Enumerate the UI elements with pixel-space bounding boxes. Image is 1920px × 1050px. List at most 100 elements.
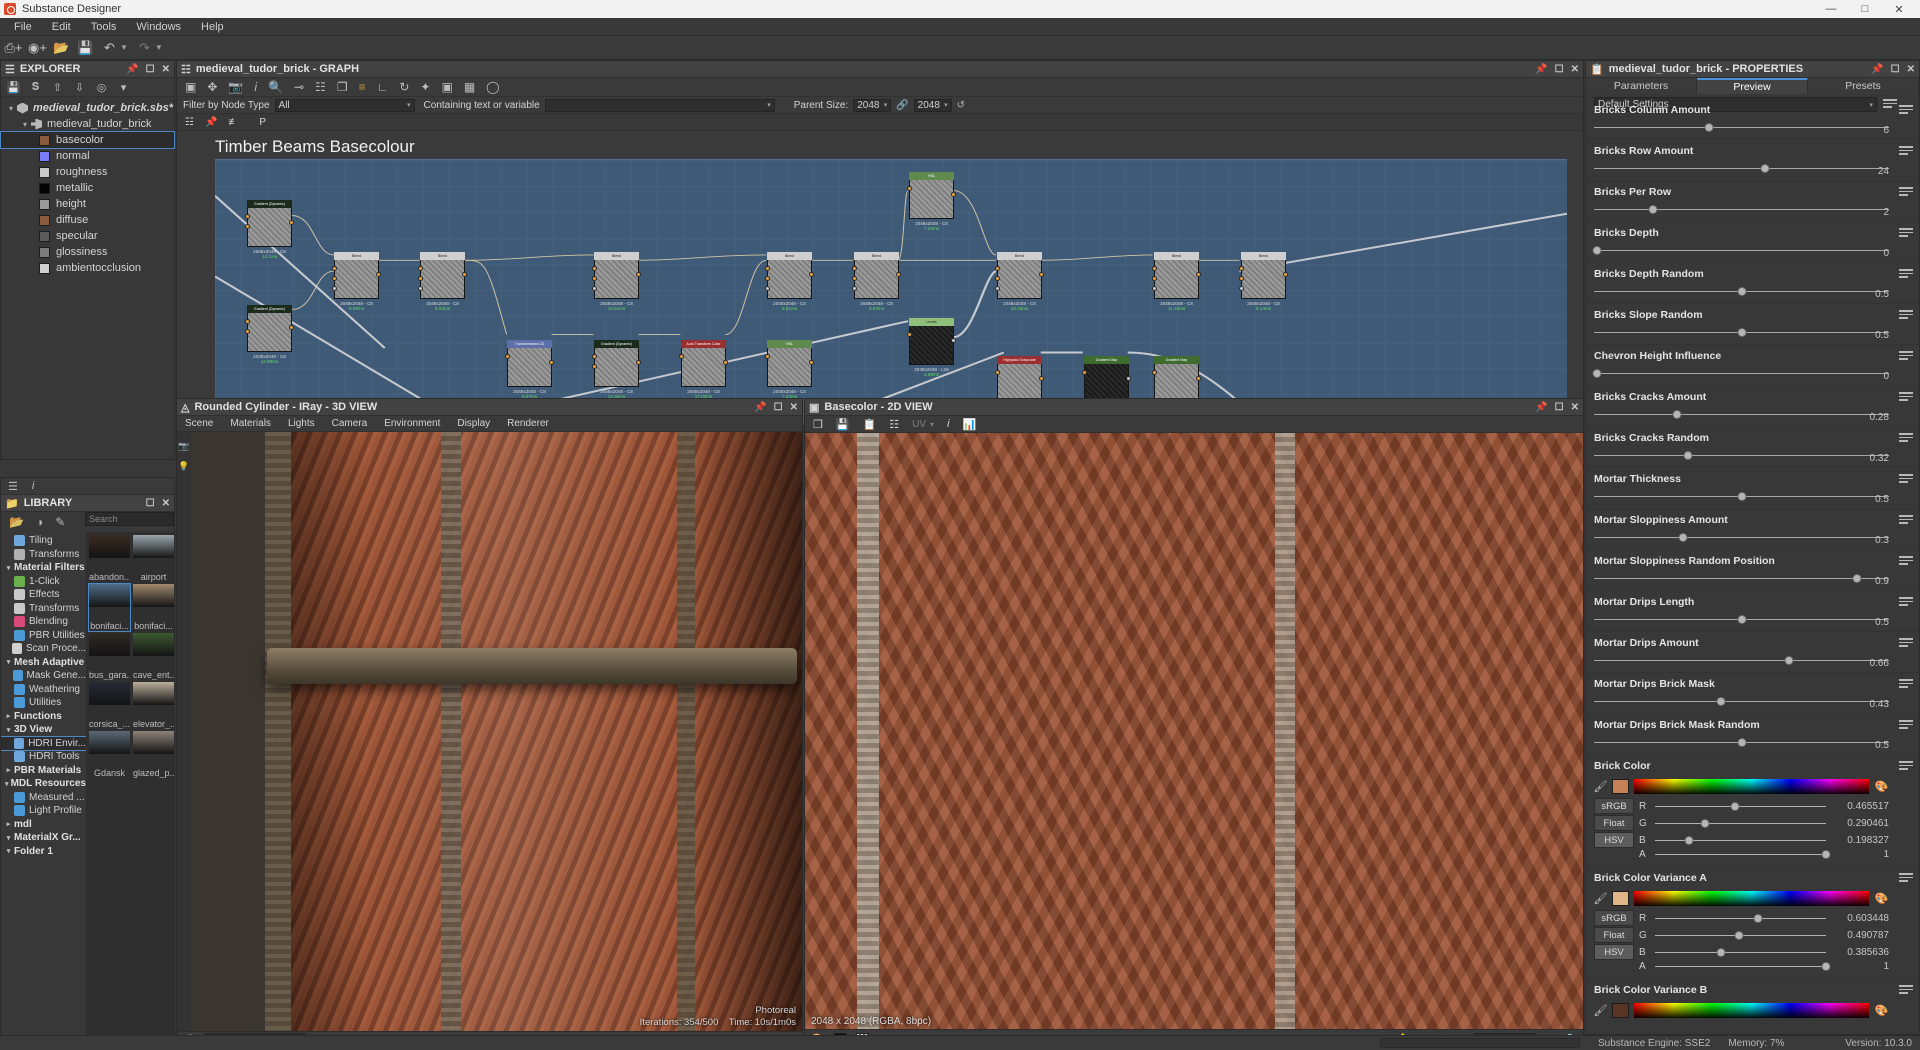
- copy-icon[interactable]: 📋: [863, 418, 877, 431]
- library-thumbnail[interactable]: elevator_...: [133, 682, 174, 729]
- node-input-port[interactable]: [592, 364, 597, 369]
- slider-knob[interactable]: [1737, 738, 1746, 747]
- graph-node[interactable]: Blend2048x2048 - C812.51ms: [594, 252, 639, 311]
- slider-knob[interactable]: [1737, 287, 1746, 296]
- slider-knob[interactable]: [1784, 656, 1793, 665]
- explorer-output-roughness[interactable]: roughness: [1, 164, 174, 180]
- graph-canvas[interactable]: Timber Beams Basecolour: [177, 131, 1583, 425]
- library-item-materialx-gr-[interactable]: ▾MaterialX Gr...: [1, 831, 86, 845]
- channel-slider[interactable]: [1655, 818, 1826, 829]
- param-menu-icon[interactable]: [1899, 433, 1913, 444]
- close-button[interactable]: ✕: [1882, 0, 1916, 18]
- library-item-light-profile[interactable]: Light Profile: [1, 804, 86, 818]
- info-icon[interactable]: i: [947, 418, 949, 430]
- menu-file[interactable]: File: [4, 18, 42, 36]
- param-value[interactable]: 0.9: [1875, 576, 1889, 587]
- node-input-port[interactable]: [1152, 276, 1157, 281]
- close-icon[interactable]: ✕: [1571, 402, 1579, 413]
- close-icon[interactable]: ✕: [790, 402, 798, 413]
- light-icon[interactable]: 💡: [179, 461, 190, 472]
- magic-icon[interactable]: ✦: [420, 80, 430, 94]
- graph-node[interactable]: Gradient (Dynamic)2048x2048 - C813.36ms: [594, 340, 639, 399]
- properties-list[interactable]: Bricks Column Amount6Bricks Row Amount24…: [1586, 99, 1919, 1018]
- maximize-icon[interactable]: ☐: [774, 402, 783, 413]
- package-row[interactable]: ▾ medieval_tudor_brick.sbs*: [1, 100, 174, 116]
- library-item-mdl[interactable]: ▸mdl: [1, 818, 86, 832]
- grid-icon[interactable]: ▦: [464, 80, 475, 94]
- graph-node[interactable]: Blend2048x2048 - C89.08ms: [334, 252, 379, 311]
- menu-help[interactable]: Help: [191, 18, 234, 36]
- node-output-port[interactable]: [1196, 272, 1201, 277]
- library-item-effects[interactable]: Effects: [1, 588, 86, 602]
- channel-slider[interactable]: [1655, 913, 1826, 924]
- param-value[interactable]: 0.32: [1870, 453, 1889, 464]
- param-slider[interactable]: [1594, 615, 1889, 625]
- graph-node[interactable]: Transformation 2D2048x2048 - C89.07ms: [507, 340, 552, 399]
- library-thumbnail[interactable]: abandon...: [89, 535, 130, 582]
- new-package-icon[interactable]: ◉+: [30, 40, 45, 55]
- pin-node-icon[interactable]: ⊸: [294, 80, 304, 94]
- slider-knob[interactable]: [1678, 533, 1687, 542]
- align-icon[interactable]: ≢: [228, 117, 238, 128]
- param-value[interactable]: 0.3: [1875, 535, 1889, 546]
- pin-icon[interactable]: 📌: [1871, 64, 1883, 75]
- color-mode-srgb[interactable]: sRGB: [1594, 910, 1634, 926]
- node-input-port[interactable]: [418, 266, 423, 271]
- eyedropper-icon[interactable]: 🖌: [1594, 892, 1607, 905]
- library-item-utilities[interactable]: Utilities: [1, 696, 86, 710]
- param-slider[interactable]: [1594, 697, 1889, 707]
- library-item-material-filters[interactable]: ▾Material Filters: [1, 561, 86, 575]
- maximize-icon[interactable]: ☐: [146, 498, 155, 509]
- view2d-viewport[interactable]: 2048 x 2048 (RGBA, 8bpc): [805, 433, 1583, 1029]
- library-item-3d-view[interactable]: ▾3D View: [1, 723, 86, 737]
- node-input-port[interactable]: [1152, 266, 1157, 271]
- view3d-menu-display[interactable]: Display: [457, 418, 490, 429]
- substance-publish-icon[interactable]: 𝐒: [29, 81, 42, 94]
- color-menu-icon[interactable]: [1899, 985, 1913, 996]
- graph-node[interactable]: Gradient (Dynamic)2048x2048 - C814.1ms: [247, 200, 292, 259]
- param-slider[interactable]: [1594, 328, 1889, 338]
- param-value[interactable]: 0.5: [1875, 330, 1889, 341]
- link-caret-icon[interactable]: ▾: [117, 81, 130, 94]
- slider-knob[interactable]: [1716, 697, 1725, 706]
- maximize-icon[interactable]: ☐: [1555, 402, 1564, 413]
- node-input-port[interactable]: [907, 186, 912, 191]
- graph-node[interactable]: HSL2048x2048 - C87.26ms: [909, 172, 954, 231]
- search-input[interactable]: Search: [85, 512, 174, 526]
- library-item-transforms[interactable]: Transforms: [1, 602, 86, 616]
- node-input-port[interactable]: [995, 266, 1000, 271]
- node-input-port[interactable]: [679, 354, 684, 359]
- camera-icon[interactable]: 📷: [228, 80, 243, 94]
- save-package-icon[interactable]: 💾: [78, 40, 93, 55]
- chevron-down-icon[interactable]: ▾: [3, 834, 14, 842]
- library-item-1-click[interactable]: 1-Click: [1, 575, 86, 589]
- eyedropper-icon[interactable]: 🖌: [1594, 780, 1607, 793]
- param-value[interactable]: 0.5: [1875, 617, 1889, 628]
- library-thumbnail[interactable]: corsica_...: [89, 682, 130, 729]
- duplicate-view-icon[interactable]: ❐: [813, 418, 823, 431]
- color-wheel-icon[interactable]: 🎨: [1874, 1004, 1889, 1017]
- param-value[interactable]: 0.28: [1870, 412, 1889, 423]
- graph-node-icon[interactable]: ☷: [315, 80, 326, 94]
- channel-value[interactable]: 0.385636: [1831, 947, 1889, 958]
- chevron-right-icon[interactable]: ▸: [3, 820, 14, 828]
- chevron-down-icon[interactable]: ▾: [3, 780, 11, 788]
- tab-presets[interactable]: Presets: [1808, 78, 1919, 94]
- graph-node[interactable]: Blend2048x2048 - C88.81ms: [767, 252, 812, 311]
- node-output-port[interactable]: [636, 360, 641, 365]
- explorer-output-normal[interactable]: normal: [1, 148, 174, 164]
- export-icon[interactable]: ⇧: [51, 81, 64, 94]
- chevron-down-icon[interactable]: ▾: [3, 726, 14, 734]
- param-menu-icon[interactable]: [1899, 679, 1913, 690]
- param-slider[interactable]: [1594, 533, 1889, 543]
- library-item-blending[interactable]: Blending: [1, 615, 86, 629]
- chevron-down-icon[interactable]: ▾: [3, 564, 14, 572]
- explorer-output-specular[interactable]: specular: [1, 228, 174, 244]
- view3d-menu-lights[interactable]: Lights: [288, 418, 315, 429]
- library-item-mesh-adaptive[interactable]: ▾Mesh Adaptive: [1, 656, 86, 670]
- explorer-output-metallic[interactable]: metallic: [1, 180, 174, 196]
- node-input-port[interactable]: [245, 319, 250, 324]
- slider-knob[interactable]: [1761, 164, 1770, 173]
- node-input-port[interactable]: [765, 276, 770, 281]
- library-thumbnail[interactable]: bus_gara...: [89, 633, 130, 680]
